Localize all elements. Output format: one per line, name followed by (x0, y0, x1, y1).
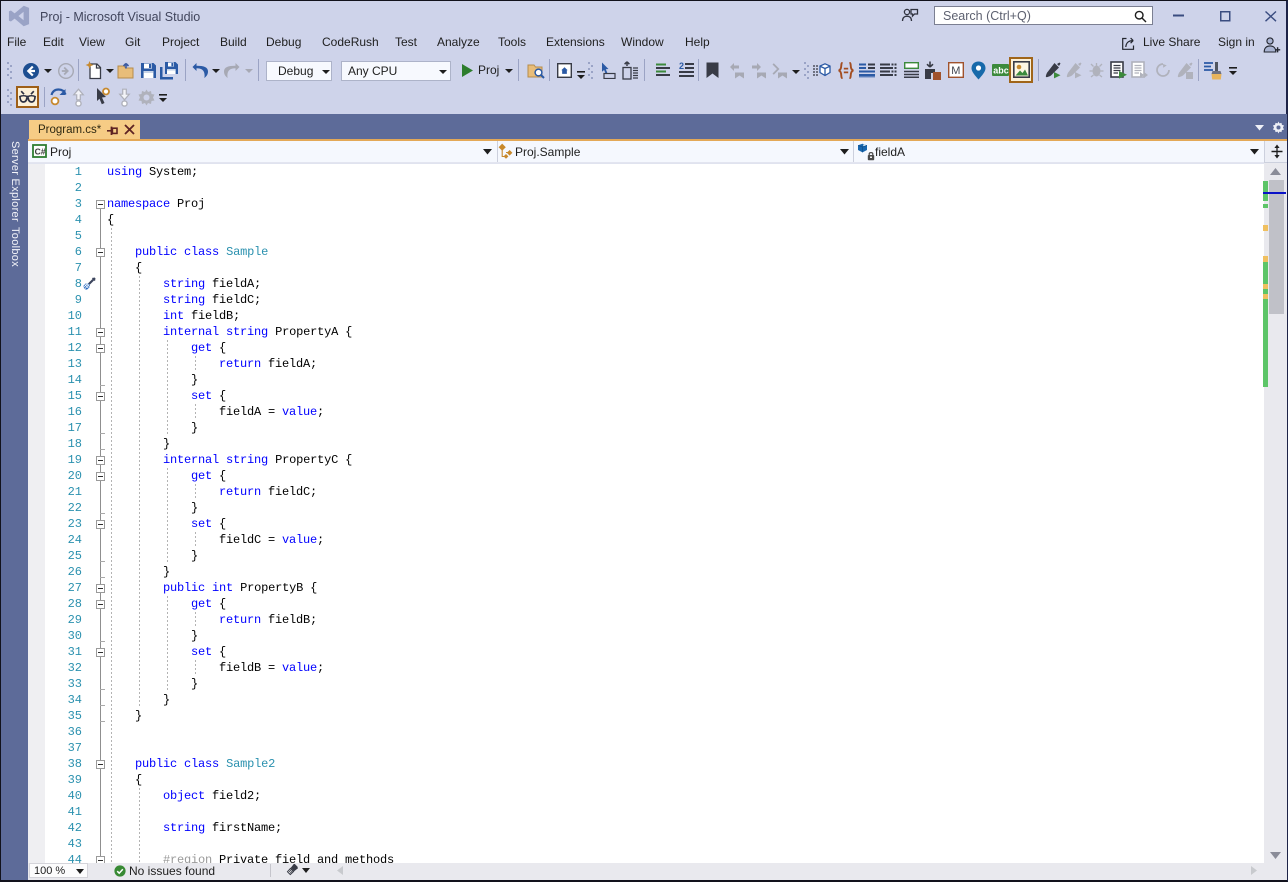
svg-text:2: 2 (679, 62, 684, 71)
svg-text:M: M (951, 65, 960, 77)
svg-text:abc: abc (993, 65, 1009, 75)
svg-text:C#: C# (35, 146, 46, 156)
